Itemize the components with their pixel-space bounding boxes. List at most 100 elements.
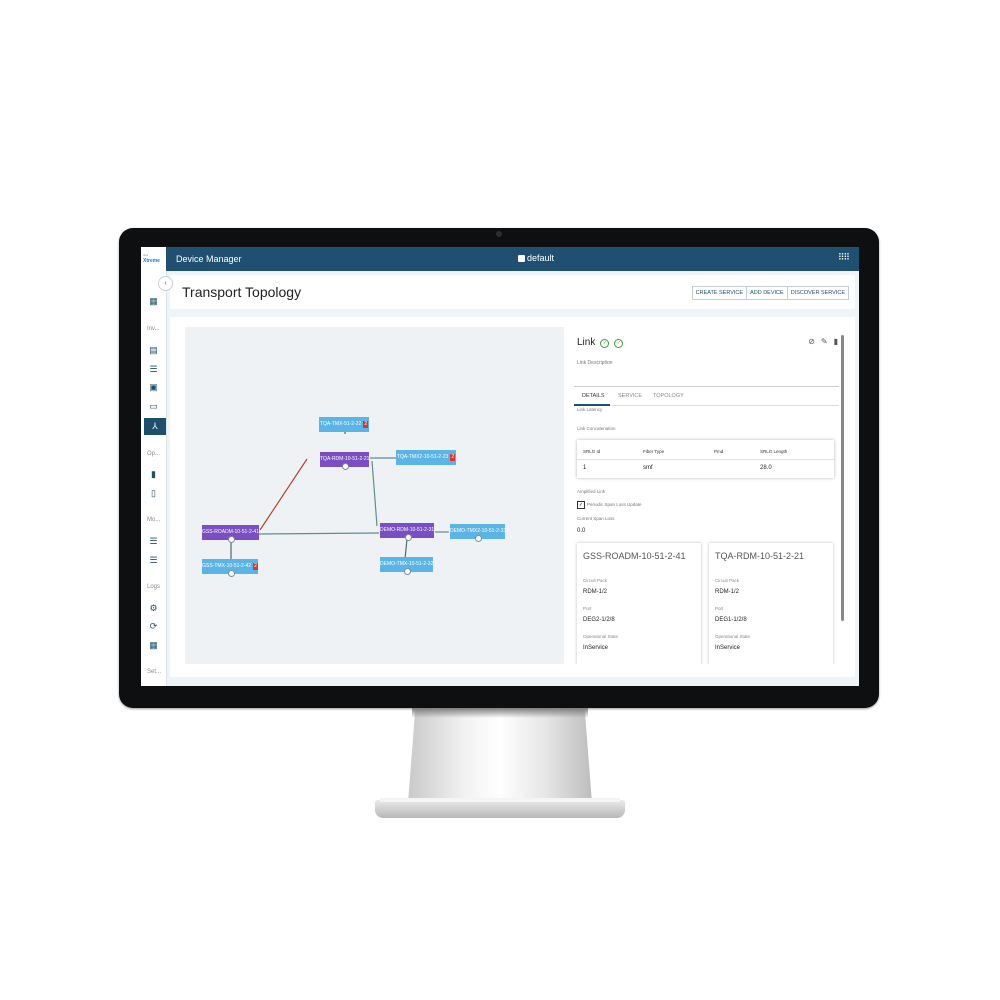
node-label: TQA-TMX-51-2-22 — [319, 421, 362, 427]
link-latency-label: Link Latency — [577, 407, 603, 412]
circuit-pack-value: RDM-1/2 — [715, 589, 740, 595]
panel-actions: ⊘ ✎ ▮ — [802, 337, 838, 346]
tab-service[interactable]: SERVICE — [618, 393, 642, 399]
sidebar-collapse-button[interactable]: ‹ — [158, 276, 173, 291]
panel-scrollbar[interactable] — [841, 335, 844, 621]
node-port-dot — [227, 570, 235, 577]
monitor-stand-neck — [408, 708, 592, 803]
dashboard-icon[interactable]: ▦ — [147, 295, 160, 308]
sidebar-section-settings: Set... — [147, 669, 162, 675]
port-value: DEG2-1/2/8 — [583, 617, 615, 623]
srlg-table: SRLG Id Fiber Type Pmd SRLG Length 1 smf… — [577, 440, 834, 478]
logo-small-text: xtra — [143, 253, 149, 257]
webcam — [496, 231, 502, 237]
topology-node[interactable]: DEMO-TMX2-10-51-2-33 — [450, 524, 506, 542]
delete-icon[interactable]: ▮ — [834, 337, 838, 346]
node-label: GSS-TMX-10-51-2-42 — [202, 563, 252, 569]
operational-state-value: InService — [583, 645, 609, 651]
unlink-icon[interactable]: ⊘ — [808, 337, 815, 346]
periodic-span-loss-checkbox[interactable]: ✓ — [577, 501, 585, 509]
topology-node[interactable]: GSS-TMX-10-51-2-42 2 — [202, 559, 258, 577]
link-description-label: Link Description — [577, 360, 613, 366]
device-icon[interactable]: ▤ — [147, 344, 160, 357]
circuit-pack-label: Circuit Pack — [715, 578, 740, 583]
table-cell: 1 — [583, 465, 587, 471]
node-label: DEMO-RDM-10-51-2-31 — [380, 527, 435, 533]
stand-shadow — [412, 708, 588, 718]
topology-node[interactable]: TQA-RDM-10-51-2-21 — [320, 452, 370, 470]
current-span-loss-value: 0.0 — [577, 528, 586, 534]
panel-title: Link ✓ ✓ — [577, 337, 624, 348]
topology-links — [230, 419, 449, 560]
add-device-button[interactable]: ADD DEVICE — [747, 286, 788, 300]
port-value: DEG1-1/2/8 — [715, 617, 747, 623]
list-icon[interactable]: ☰ — [147, 363, 160, 376]
document-icon[interactable]: ▮ — [147, 468, 160, 481]
column-header: SRLG Id — [583, 449, 601, 454]
link-n2-n5[interactable] — [371, 460, 378, 527]
operational-state-label: Operational State — [583, 634, 619, 639]
operational-state-label: Operational State — [715, 634, 751, 639]
column-header: Fiber Type — [643, 449, 665, 454]
page-header: Transport Topology CREATE SERVICE ADD DE… — [170, 275, 855, 309]
topology-node[interactable]: TQA-TMX2-10-51-2-23 2 — [396, 450, 456, 465]
node-port-dot — [404, 534, 412, 541]
topology-node[interactable]: TQA-TMX-51-2-22 2 — [319, 417, 369, 432]
endpoint-card-b: TQA-RDM-10-51-2-21 Circuit Pack RDM-1/2 … — [709, 543, 833, 664]
toolbar: CREATE SERVICE ADD DEVICE DISCOVER SERVI… — [691, 286, 849, 300]
tab-topology[interactable]: TOPOLOGY — [653, 393, 684, 399]
card-icon[interactable]: ▭ — [147, 400, 160, 413]
link-n4-n2-selected[interactable] — [259, 458, 308, 531]
node-label: GSS-ROADM-10-51-2-41 — [202, 529, 259, 535]
topology-icon[interactable]: ⅄ — [144, 418, 166, 435]
link-title-text: Link — [577, 337, 596, 348]
active-tab-indicator — [574, 404, 610, 406]
node-label: TQA-RDM-10-51-2-21 — [320, 456, 370, 462]
edit-icon[interactable]: ✎ — [821, 337, 828, 346]
check-circle-icon: ✓ — [600, 339, 610, 348]
stand-base-highlight — [380, 798, 620, 802]
circuit-pack-label: Circuit Pack — [583, 578, 608, 583]
node-label: TQA-TMX2-10-51-2-23 — [396, 454, 449, 460]
node-label: DEMO-TMX-10-51-2-32 — [380, 561, 434, 567]
table-divider — [577, 459, 834, 460]
link-n4-n5[interactable] — [258, 532, 380, 535]
briefcase-icon — [518, 255, 525, 262]
grid-icon[interactable]: ⠿⠿ — [838, 252, 850, 263]
workspace-name: default — [527, 253, 555, 263]
discover-service-button[interactable]: DISCOVER SERVICE — [787, 286, 849, 300]
topology-node[interactable]: DEMO-RDM-10-51-2-31 — [380, 523, 435, 541]
endpoint-name: TQA-RDM-10-51-2-21 — [715, 551, 805, 561]
link-n5-n8[interactable] — [404, 538, 408, 560]
app-screen: xtra Xtreme ▦ Inv... ▤ ☰ ▣ ▭ ⅄ Op... ▮ ▯… — [141, 247, 859, 686]
node-port-dot — [228, 536, 235, 543]
panel-tabs: DETAILS SERVICE TOPOLOGY — [574, 386, 839, 406]
topology-node[interactable]: GSS-ROADM-10-51-2-41 — [202, 525, 259, 543]
tab-details[interactable]: DETAILS — [582, 393, 605, 399]
alarm-badge: 2 — [363, 421, 369, 428]
table-list-icon[interactable]: ☰ — [147, 554, 160, 567]
settings-icon[interactable]: ⚙ — [147, 602, 160, 615]
table-icon[interactable]: ☰ — [147, 535, 160, 548]
module-icon[interactable]: ▣ — [147, 381, 160, 394]
logo-text: Xtreme — [143, 258, 160, 264]
workspace-selector[interactable]: default — [518, 253, 554, 263]
app-logo: xtra Xtreme — [143, 252, 160, 264]
grid-dashboard-icon[interactable]: ▦ — [147, 639, 160, 652]
create-service-button[interactable]: CREATE SERVICE — [691, 286, 748, 300]
sidebar-section-logs: Logs — [147, 584, 161, 590]
port-label: Port — [715, 606, 724, 611]
node-port-dot — [475, 535, 482, 542]
alarm-badge: 2 — [253, 563, 258, 570]
topology-canvas[interactable]: TQA-TMX-51-2-22 2 TQA-RDM-10-51-2-21 TQA-… — [185, 327, 564, 664]
topology-node[interactable]: DEMO-TMX-10-51-2-32 — [380, 557, 434, 575]
sync-icon[interactable]: ⟳ — [147, 620, 160, 633]
operational-state-value: InService — [715, 645, 741, 651]
endpoint-name: GSS-ROADM-10-51-2-41 — [583, 551, 686, 561]
sidebar-section-inventory: Inv... — [147, 326, 160, 332]
column-header: SRLG Length — [760, 449, 788, 454]
panel-icon[interactable]: ▯ — [147, 487, 160, 500]
monitor-stand-base — [375, 800, 625, 818]
link-details-panel: Link ✓ ✓ ⊘ ✎ ▮ Link Description DETAILS SERV… — [574, 327, 846, 664]
page-title: Transport Topology — [182, 284, 302, 300]
